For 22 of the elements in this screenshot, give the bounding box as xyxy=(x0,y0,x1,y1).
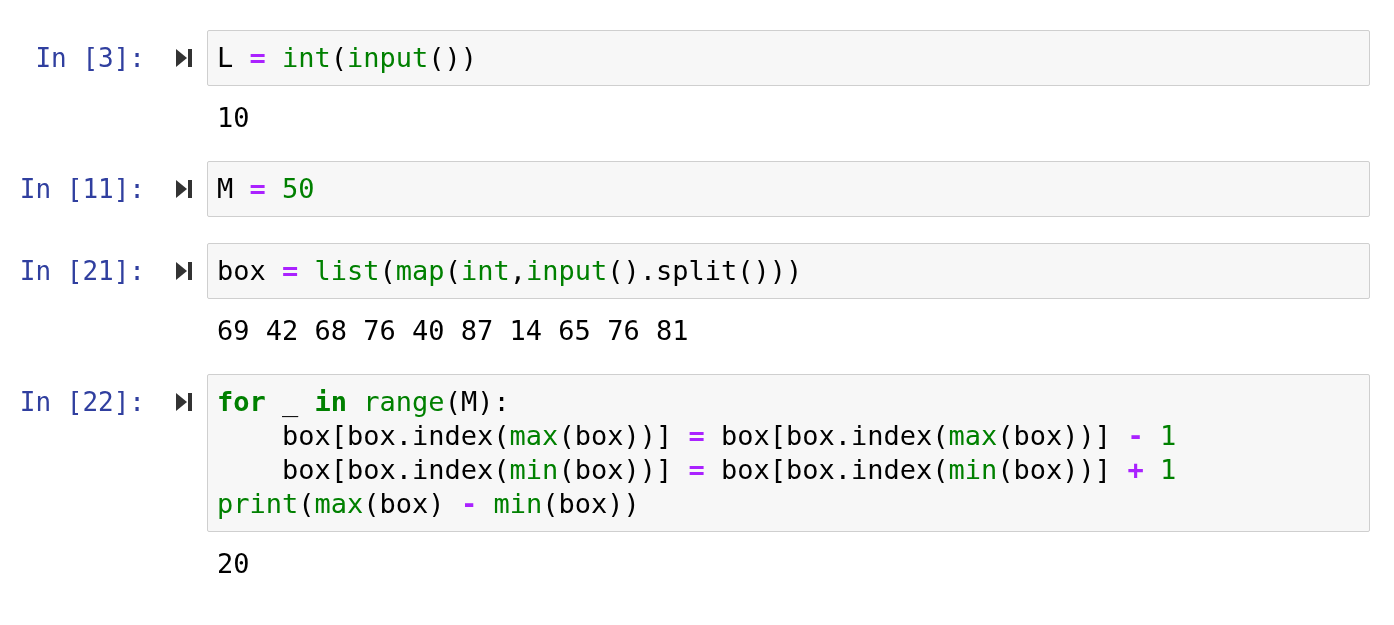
code-cell-input[interactable]: M = 50 xyxy=(207,161,1370,217)
play-bar-icon[interactable] xyxy=(176,49,193,67)
code-line: box = list(map(int,input().split())) xyxy=(217,254,804,288)
cell-output: 10 xyxy=(217,101,251,135)
code-cell-input[interactable]: L = int(input()) xyxy=(207,30,1370,86)
play-bar-icon[interactable] xyxy=(176,393,193,411)
cell-prompt: In [11]: xyxy=(18,173,145,206)
code-line: print(max(box) - min(box)) xyxy=(217,487,641,521)
code-line: M = 50 xyxy=(217,172,316,206)
code-line: box[box.index(max(box))] = box[box.index(max(box))] - 1 xyxy=(281,419,1178,453)
code-cell-input[interactable]: box = list(map(int,input().split())) xyxy=(207,243,1370,299)
code-line: L = int(input()) xyxy=(217,41,479,75)
cell-prompt: In [22]: xyxy=(18,386,145,419)
code-line: for _ in range(M): xyxy=(217,385,511,419)
code-line: box[box.index(min(box))] = box[box.index(min(box))] + 1 xyxy=(281,453,1178,487)
cell-prompt: In [3]: xyxy=(34,42,145,75)
code-cell-input[interactable]: for _ in range(M): box[box.index(max(box))] = box[box.index(max(box))] - 1 box[box.index(min(box))] = box[box.index(min(box))] + 1 print(max(box) - min(box)) xyxy=(207,374,1370,532)
play-bar-icon[interactable] xyxy=(176,180,193,198)
cell-prompt: In [21]: xyxy=(18,255,145,288)
play-bar-icon[interactable] xyxy=(176,262,193,280)
cell-output: 20 xyxy=(217,547,251,581)
cell-output: 69 42 68 76 40 87 14 65 76 81 xyxy=(217,314,690,348)
